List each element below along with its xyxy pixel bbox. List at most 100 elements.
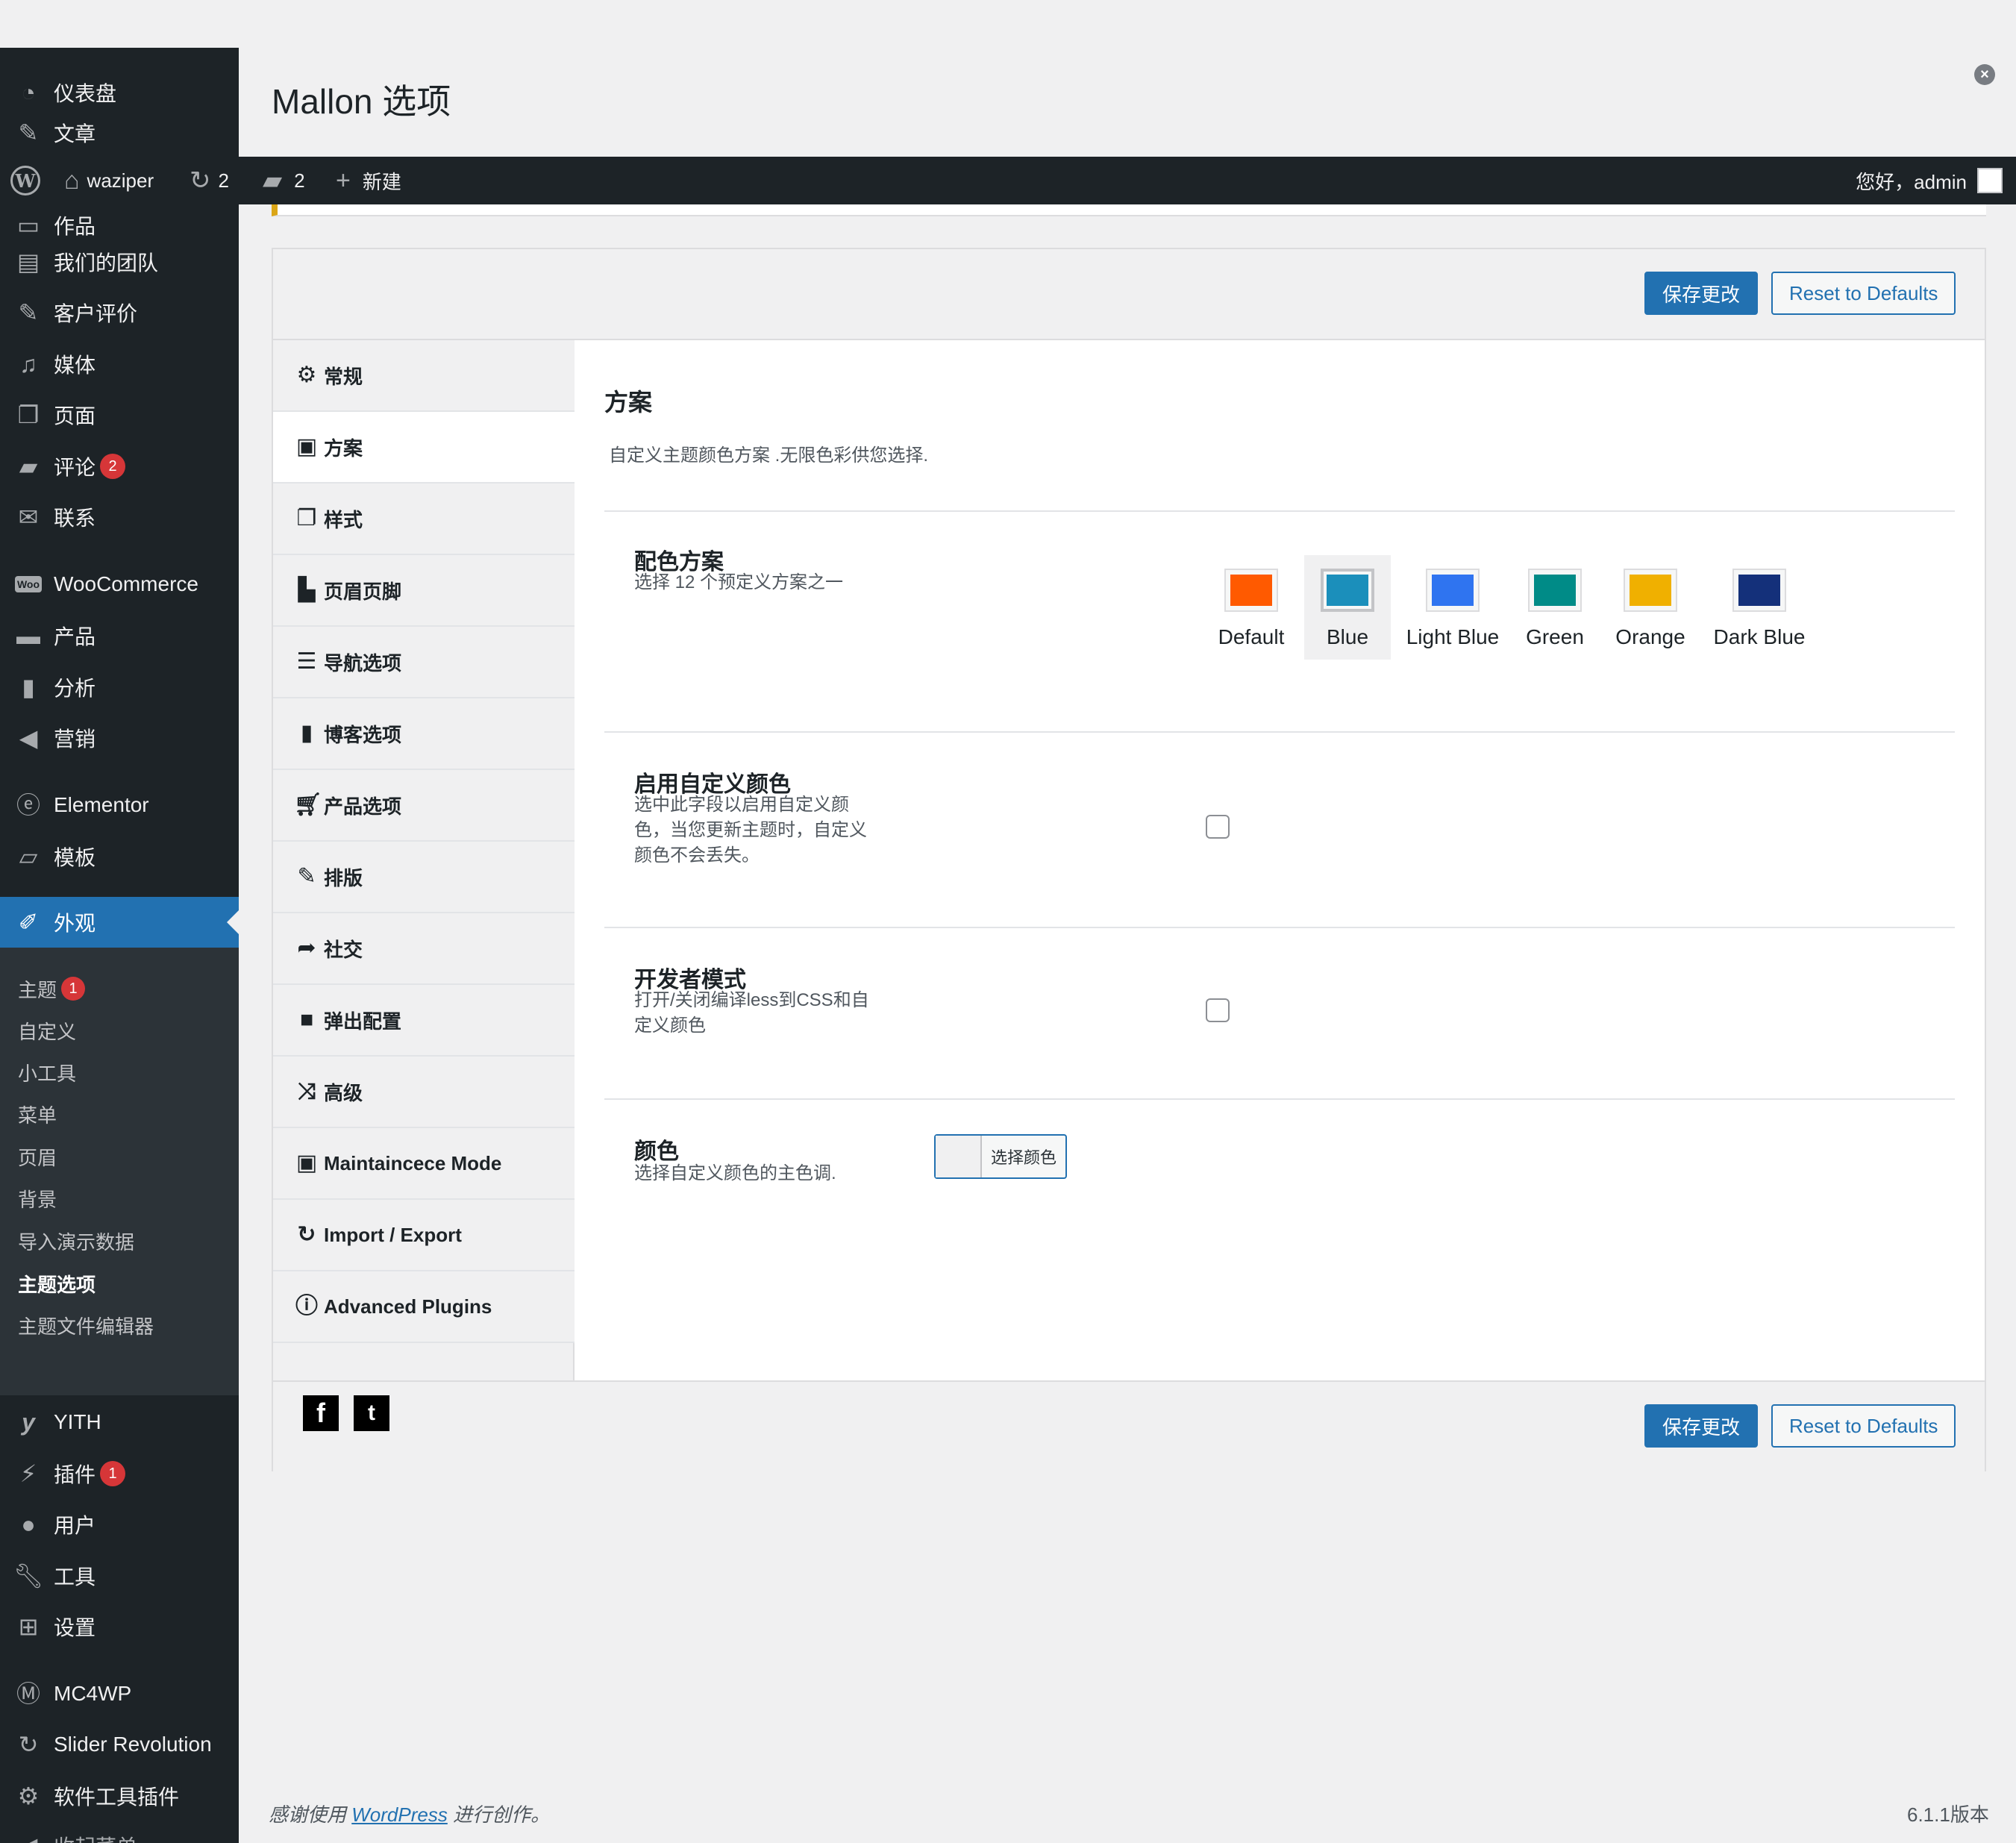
- swatch-default[interactable]: Default: [1210, 555, 1292, 660]
- developer-mode-checkbox[interactable]: [1206, 998, 1230, 1022]
- sidebar-item-testimonials[interactable]: ✎ 客户评价: [0, 287, 239, 338]
- sidebar-item-label: 外观: [54, 912, 96, 935]
- tab-maintenance[interactable]: ▣ Maintaincece Mode: [273, 1128, 575, 1200]
- submenu-item-customize[interactable]: 自定义: [18, 1012, 76, 1049]
- sidebar-item-users[interactable]: ● 用户: [0, 1499, 239, 1550]
- sidebar-item-settings[interactable]: ⊞ 设置: [0, 1601, 239, 1652]
- dismiss-icon[interactable]: ×: [1974, 64, 1995, 85]
- section-title: 方案: [604, 389, 653, 416]
- tab-typography[interactable]: ✎ 排版: [273, 842, 575, 913]
- refresh-icon: ↻: [190, 166, 211, 195]
- facebook-icon[interactable]: f: [303, 1395, 339, 1431]
- submenu-item-themes[interactable]: 主题 1: [18, 970, 86, 1007]
- sidebar-item-yith[interactable]: y YITH: [0, 1397, 239, 1448]
- swatch-box: [1321, 569, 1374, 612]
- sidebar-item-media[interactable]: ♫ 媒体: [0, 339, 239, 389]
- developer-mode-description: 打开/关闭编译less到CSS和自定义颜色: [634, 990, 869, 1036]
- swatch-name: Orange: [1615, 625, 1685, 648]
- copy-icon: ❐: [296, 506, 317, 531]
- sidebar-item-team[interactable]: ▤ 我们的团队: [0, 237, 239, 287]
- color-preview-swatch: [936, 1136, 982, 1177]
- sidebar-item-marketing[interactable]: ◀ 营销: [0, 713, 239, 763]
- screen-icon: ▣: [295, 434, 318, 459]
- sidebar-item-label: 收起菜单: [54, 1831, 137, 1843]
- tab-popup[interactable]: ■ 弹出配置: [273, 985, 575, 1057]
- swatch-blue[interactable]: Blue: [1304, 555, 1391, 660]
- sidebar-item-portfolio[interactable]: ▭ 作品: [0, 210, 239, 240]
- sidebar-item-products[interactable]: ▬ 产品: [0, 610, 239, 661]
- my-account-menu[interactable]: 您好，admin: [1856, 157, 2003, 204]
- comments-menu[interactable]: ▰ 2: [263, 157, 305, 204]
- tab-styles[interactable]: ❐ 样式: [273, 484, 575, 555]
- swatch-light-blue[interactable]: Light Blue: [1404, 555, 1501, 660]
- user-icon: ●: [21, 1511, 36, 1538]
- reset-defaults-button-top[interactable]: Reset to Defaults: [1771, 272, 1956, 315]
- save-changes-button-top[interactable]: 保存更改: [1644, 272, 1759, 315]
- themes-badge: 1: [61, 977, 86, 1001]
- tab-advanced[interactable]: ⤨ 高级: [273, 1057, 575, 1128]
- comment-icon: ▰: [263, 166, 283, 195]
- plugins-badge: 1: [100, 1461, 126, 1486]
- submenu-item-import-demo[interactable]: 导入演示数据: [18, 1222, 134, 1260]
- wp-logo-menu[interactable]: W: [10, 157, 40, 204]
- twitter-icon[interactable]: t: [354, 1395, 389, 1431]
- sidebar-item-mc4wp[interactable]: Ⓜ MC4WP: [0, 1668, 239, 1719]
- submenu-item-theme-editor[interactable]: 主题文件编辑器: [18, 1307, 154, 1344]
- site-name: waziper: [87, 169, 154, 192]
- submenu-item-header[interactable]: 页眉: [18, 1138, 57, 1175]
- sidebar-item-label: MC4WP: [54, 1682, 132, 1705]
- sidebar-item-contact[interactable]: ✉ 联系: [0, 492, 239, 542]
- sidebar-collapse-menu[interactable]: ◀ 收起菜单: [0, 1821, 239, 1843]
- sidebar-item-slider-revolution[interactable]: ↻ Slider Revolution: [0, 1719, 239, 1770]
- tab-label: Maintaincece Mode: [324, 1151, 502, 1174]
- sidebar-item-label: YITH: [54, 1410, 101, 1433]
- sidebar-item-appearance[interactable]: ✐ 外观: [0, 897, 239, 948]
- swatch-box: [1426, 569, 1480, 612]
- tab-advanced-plugins[interactable]: ⓘ Advanced Plugins: [273, 1271, 575, 1343]
- sidebar-item-templates[interactable]: ▱ 模板: [0, 831, 239, 882]
- sidebar-item-pages[interactable]: ❐ 页面: [0, 389, 239, 440]
- submenu-item-background[interactable]: 背景: [18, 1180, 57, 1217]
- submenu-item-widgets[interactable]: 小工具: [18, 1054, 76, 1091]
- sidebar-item-tools[interactable]: 🔧︎ 工具: [0, 1551, 239, 1601]
- greeting: 您好，admin: [1856, 170, 1967, 193]
- tab-general[interactable]: ⚙ 常规: [273, 340, 575, 412]
- swatch-fill: [1630, 575, 1671, 606]
- sidebar-item-elementor[interactable]: ⓔ Elementor: [0, 780, 239, 830]
- swatch-orange[interactable]: Orange: [1607, 555, 1694, 660]
- plus-icon: +: [336, 166, 351, 195]
- tab-product[interactable]: 🛒︎ 产品选项: [273, 770, 575, 842]
- tab-import-export[interactable]: ↻ Import / Export: [273, 1200, 575, 1271]
- avatar: [1977, 168, 2003, 193]
- top-strip: [0, 0, 2016, 48]
- custom-color-checkbox[interactable]: [1206, 815, 1230, 839]
- sidebar-item-label: Elementor: [54, 793, 149, 816]
- save-changes-button-bottom[interactable]: 保存更改: [1644, 1404, 1759, 1448]
- sidebar-item-plugins[interactable]: ⚡ 插件 1: [0, 1448, 239, 1499]
- sidebar-item-analytics[interactable]: ▮ 分析: [0, 662, 239, 713]
- sidebar-item-woocommerce[interactable]: Woo WooCommerce: [0, 559, 239, 610]
- tab-blog[interactable]: ▮ 博客选项: [273, 698, 575, 770]
- swatch-green[interactable]: Green: [1518, 555, 1592, 660]
- submenu-item-menus[interactable]: 菜单: [18, 1095, 57, 1133]
- tab-header-footer[interactable]: ▙ 页眉页脚: [273, 555, 575, 627]
- color-picker-button[interactable]: 选择颜色: [934, 1134, 1067, 1179]
- tab-navigation[interactable]: ☰ 导航选项: [273, 627, 575, 698]
- tab-scheme[interactable]: ▣ 方案: [273, 412, 575, 484]
- submenu-item-theme-options[interactable]: 主题选项: [18, 1265, 96, 1302]
- twitter-glyph: t: [368, 1401, 375, 1425]
- tab-social[interactable]: ➦ 社交: [273, 913, 575, 985]
- edit-icon: ✎: [18, 299, 39, 326]
- divider: [604, 510, 1955, 512]
- updates-menu[interactable]: ↻ 2: [190, 157, 229, 204]
- swatch-dark-blue[interactable]: Dark Blue: [1709, 555, 1810, 660]
- site-name-menu[interactable]: ⌂ waziper: [64, 157, 154, 204]
- new-content-menu[interactable]: + 新建: [336, 157, 401, 204]
- reset-defaults-button-bottom[interactable]: Reset to Defaults: [1771, 1404, 1956, 1448]
- divider: [604, 731, 1955, 733]
- sidebar-item-software-tools[interactable]: ⚙ 软件工具插件: [0, 1771, 239, 1821]
- wordpress-link[interactable]: WordPress: [351, 1803, 448, 1826]
- sidebar-item-posts[interactable]: ✎ 文章: [0, 122, 239, 148]
- sidebar-item-comments[interactable]: ▰ 评论 2: [0, 441, 239, 492]
- sidebar-item-dashboard[interactable]: ◔ 仪表盘: [0, 67, 239, 118]
